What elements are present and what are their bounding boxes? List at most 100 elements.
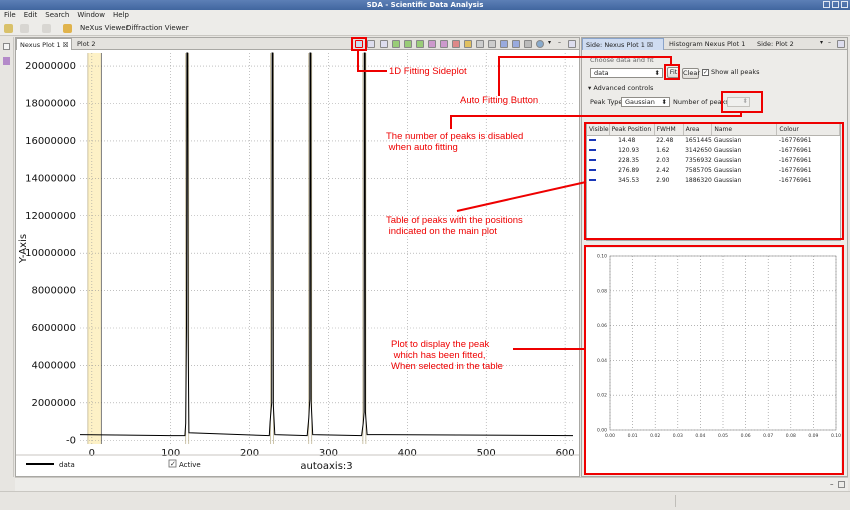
clear-button[interactable]: Clear bbox=[682, 68, 700, 79]
settings-icon[interactable] bbox=[536, 40, 544, 48]
y-tick-label: 12000000 bbox=[25, 211, 76, 222]
tab-label: Plot 2 bbox=[77, 40, 96, 48]
check-icon: ✓ bbox=[170, 460, 176, 468]
tab-plot-2[interactable]: Plot 2 bbox=[74, 38, 114, 50]
x-tick-label: 200 bbox=[240, 448, 259, 459]
annotation-sideplot: 1D Fitting Sideplot bbox=[389, 66, 467, 77]
annotation-fit-plot: Plot to display the peak which has been … bbox=[391, 339, 503, 372]
peak-type-value: Gaussian bbox=[625, 98, 655, 106]
navigator-icon[interactable] bbox=[3, 57, 10, 65]
peak-type-label: Peak Type bbox=[590, 98, 623, 106]
menu-edit[interactable]: Edit bbox=[24, 11, 38, 19]
wand-icon[interactable] bbox=[4, 24, 13, 33]
window-title-bar: SDA - Scientific Data Analysis bbox=[0, 0, 850, 10]
peak-type-select[interactable]: Gaussian ⬍ bbox=[621, 97, 670, 107]
tab-label: Side: Plot 2 bbox=[757, 40, 794, 48]
x-axis-label: autoaxis:3 bbox=[300, 461, 352, 472]
x-tick-label: 500 bbox=[477, 448, 496, 459]
maximize-view-icon[interactable] bbox=[837, 40, 845, 48]
maximize-icon[interactable] bbox=[832, 1, 839, 8]
print-icon[interactable] bbox=[524, 40, 532, 48]
left-trim-bar bbox=[0, 37, 14, 477]
legend-label-data: data bbox=[59, 461, 75, 469]
minimize-icon[interactable] bbox=[823, 1, 830, 8]
view-menu-icon[interactable]: ▾ bbox=[548, 40, 556, 48]
menu-search[interactable]: Search bbox=[45, 11, 69, 19]
y-tick-label: 10000000 bbox=[25, 248, 76, 259]
forward-icon[interactable] bbox=[42, 24, 51, 33]
main-tab-bar: Nexus Plot 1 ☒ Plot 2 ▾ – bbox=[16, 38, 579, 50]
maximize-view-icon[interactable] bbox=[568, 40, 576, 48]
back-icon[interactable] bbox=[20, 24, 29, 33]
y-tick-label: 8000000 bbox=[31, 286, 76, 297]
data-series-line bbox=[79, 52, 574, 437]
y-tick-label: 6000000 bbox=[31, 323, 76, 334]
x-tick-label: 0 bbox=[89, 448, 95, 459]
annotation-line bbox=[450, 115, 742, 117]
view-menu-icon[interactable]: ▾ bbox=[820, 40, 828, 48]
copy-icon[interactable] bbox=[512, 40, 520, 48]
annotation-line bbox=[450, 115, 452, 129]
annotation-line bbox=[740, 111, 742, 116]
annotation-line bbox=[498, 56, 672, 58]
x-tick-label: 300 bbox=[319, 448, 338, 459]
y-tick-label: 20000000 bbox=[25, 61, 76, 72]
menu-help[interactable]: Help bbox=[113, 11, 129, 19]
annotation-box-peak-table bbox=[584, 122, 844, 240]
region-icon[interactable] bbox=[404, 40, 412, 48]
restore-icon[interactable] bbox=[3, 43, 10, 50]
y-tick-label: 4000000 bbox=[31, 360, 76, 371]
export-icon[interactable] bbox=[500, 40, 508, 48]
chevron-down-icon: ⬍ bbox=[661, 98, 667, 106]
zoom-icon[interactable] bbox=[367, 40, 375, 48]
annotation-line bbox=[513, 348, 585, 350]
tab-side-plot-2[interactable]: Side: Plot 2 bbox=[754, 38, 810, 50]
x-tick-label: 100 bbox=[161, 448, 180, 459]
color-icon[interactable] bbox=[464, 40, 472, 48]
data-select[interactable]: data ⬍ bbox=[590, 68, 663, 78]
y-tick-label: 14000000 bbox=[25, 173, 76, 184]
side-tab-bar: Side: Nexus Plot 1 ☒ Histogram Nexus Plo… bbox=[582, 38, 847, 50]
menu-file[interactable]: File bbox=[4, 11, 16, 19]
annotation-line bbox=[357, 51, 359, 71]
perspective-icon[interactable] bbox=[63, 24, 72, 33]
reset-zoom-icon[interactable] bbox=[452, 40, 460, 48]
annotation-peak-table: Table of peaks with the positions indica… bbox=[386, 215, 523, 237]
y-tick-label: 16000000 bbox=[25, 136, 76, 147]
y-tick-label: -0 bbox=[66, 435, 76, 446]
grid-icon[interactable] bbox=[476, 40, 484, 48]
data-select-value: data bbox=[594, 69, 609, 77]
perspective-diffraction-viewer[interactable]: Diffraction Viewer bbox=[126, 24, 189, 33]
zoom-in-icon[interactable] bbox=[428, 40, 436, 48]
close-icon[interactable] bbox=[841, 1, 848, 8]
advanced-controls-toggle[interactable]: ▾ Advanced controls bbox=[588, 84, 653, 93]
annotation-box-number-peaks bbox=[721, 91, 763, 113]
annotation-diagonal-line bbox=[456, 181, 587, 212]
minimize-view-icon[interactable]: – bbox=[830, 480, 834, 488]
annotation-box-sideplot bbox=[351, 37, 367, 51]
legend-label-active: Active bbox=[179, 461, 201, 469]
annotation-line bbox=[670, 56, 672, 65]
tab-histogram-nexus-plot-1[interactable]: Histogram Nexus Plot 1 bbox=[666, 38, 752, 50]
show-all-peaks-checkbox[interactable]: ✓ bbox=[702, 69, 709, 76]
annotation-auto-fit: Auto Fitting Button bbox=[460, 95, 539, 106]
window-title: SDA - Scientific Data Analysis bbox=[366, 1, 484, 9]
zoom-out-icon[interactable] bbox=[440, 40, 448, 48]
tab-label: Histogram Nexus Plot 1 bbox=[669, 40, 746, 48]
axis-icon[interactable] bbox=[380, 40, 388, 48]
annotation-number-peaks: The number of peaks is disabled when aut… bbox=[386, 131, 524, 153]
advanced-controls-label: Advanced controls bbox=[593, 84, 654, 92]
minimize-view-icon[interactable]: – bbox=[558, 40, 566, 48]
grid-toggle-icon[interactable] bbox=[488, 40, 496, 48]
tab-label: Nexus Plot 1 ☒ bbox=[20, 41, 69, 49]
maximize-view-icon[interactable] bbox=[838, 481, 845, 488]
measure-icon[interactable] bbox=[416, 40, 424, 48]
tab-side-nexus-plot-1[interactable]: Side: Nexus Plot 1 ☒ bbox=[582, 38, 664, 50]
perspective-nexus-viewer[interactable]: NeXus Viewer bbox=[80, 24, 128, 33]
annotation-line bbox=[498, 56, 500, 96]
menu-window[interactable]: Window bbox=[77, 11, 105, 19]
y-tick-label: 2000000 bbox=[31, 398, 76, 409]
minimize-view-icon[interactable]: – bbox=[828, 40, 836, 48]
peak-icon[interactable] bbox=[392, 40, 400, 48]
tab-nexus-plot-1[interactable]: Nexus Plot 1 ☒ bbox=[16, 38, 72, 50]
